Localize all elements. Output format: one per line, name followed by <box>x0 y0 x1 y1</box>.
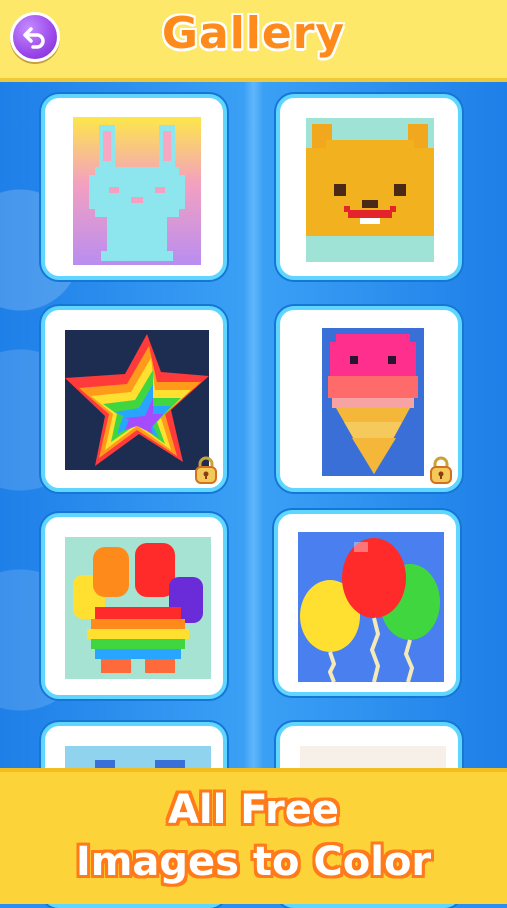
gallery-item-ice-cream[interactable] <box>276 306 462 492</box>
gallery-item-rainbow-paw[interactable] <box>41 513 227 699</box>
rainbow-star-pixel-art <box>65 330 209 470</box>
promo-line-1: All Free <box>167 787 340 833</box>
gallery-item-bunny[interactable] <box>41 94 227 280</box>
cat-pixel-art <box>306 118 434 262</box>
ice-cream-pixel-art <box>322 328 424 476</box>
lock-icon <box>195 456 217 484</box>
promo-text: All Free Images to Color <box>0 784 507 888</box>
gallery-item-rainbow-star[interactable] <box>41 306 227 492</box>
rainbow-paw-pixel-art <box>65 537 211 679</box>
header-bar: Gallery <box>0 0 507 82</box>
promo-banner: All Free Images to Color <box>0 768 507 904</box>
bunny-pixel-art <box>73 117 201 265</box>
balloons-pixel-art <box>298 532 444 682</box>
promo-line-2: Images to Color <box>75 839 432 885</box>
gallery-item-cat[interactable] <box>276 94 462 280</box>
lock-icon <box>430 456 452 484</box>
gallery-item-balloons[interactable] <box>274 510 460 696</box>
page-title: Gallery <box>161 8 346 59</box>
